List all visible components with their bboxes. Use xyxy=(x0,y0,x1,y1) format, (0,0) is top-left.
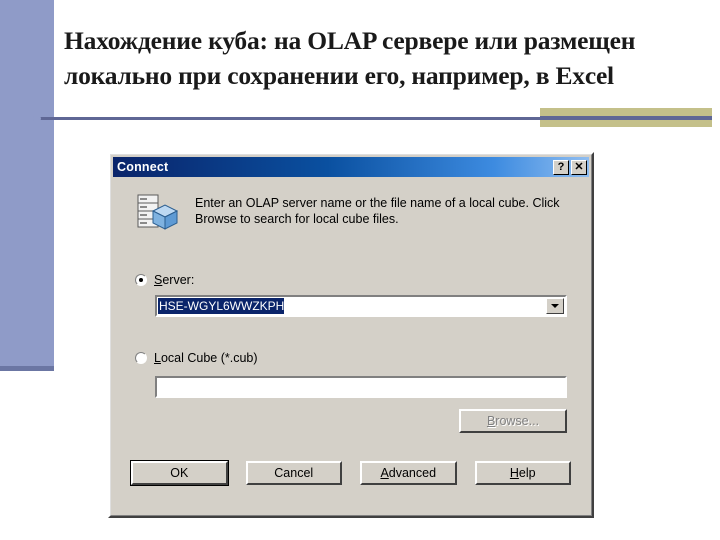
browse-button-label: Browse... xyxy=(486,414,540,428)
help-button[interactable]: Help xyxy=(474,461,571,485)
olap-cube-server-icon xyxy=(137,194,179,230)
browse-button[interactable]: Browse... xyxy=(459,409,567,433)
help-icon[interactable]: ? xyxy=(553,159,569,175)
server-radio-row[interactable]: Server: xyxy=(135,273,194,287)
dialog-description-text: Enter an OLAP server name or the file na… xyxy=(195,196,560,226)
server-radio-button[interactable] xyxy=(135,274,147,286)
advanced-button[interactable]: Advanced xyxy=(360,461,457,485)
ok-button-label: OK xyxy=(170,466,189,480)
slide-left-accent-bar xyxy=(0,0,54,370)
title-divider-cap xyxy=(33,115,41,122)
connect-dialog: Connect ? ✕ Enter an OLAP server name or… xyxy=(108,152,594,518)
cancel-button[interactable]: Cancel xyxy=(245,461,342,485)
slide-left-accent-bar-shadow xyxy=(0,366,54,371)
local-cube-input[interactable] xyxy=(155,376,567,398)
page-title: Нахождение куба: на OLAP сервере или раз… xyxy=(64,26,636,91)
ok-button[interactable]: OK xyxy=(130,460,229,486)
title-bar-buttons: ? ✕ xyxy=(553,159,589,175)
server-radio-label: Server: xyxy=(154,273,195,287)
dialog-title-text: Connect xyxy=(117,160,169,174)
dialog-inner-frame: Connect ? ✕ Enter an OLAP server name or… xyxy=(110,154,592,516)
dialog-button-row: OK Cancel Advanced Help xyxy=(130,460,571,486)
local-cube-radio-label: Local Cube (*.cub) xyxy=(154,351,258,365)
cancel-button-label: Cancel xyxy=(274,466,314,480)
dialog-description-row: Enter an OLAP server name or the file na… xyxy=(135,191,571,233)
server-combobox[interactable]: HSE-WGYL6WWZKPH xyxy=(155,295,567,317)
advanced-button-label: Advanced xyxy=(380,466,437,480)
server-input[interactable]: HSE-WGYL6WWZKPH xyxy=(157,297,546,315)
close-icon[interactable]: ✕ xyxy=(571,159,587,175)
local-cube-radio-button[interactable] xyxy=(135,352,147,364)
gold-accent-line xyxy=(540,116,712,120)
help-button-label: Help xyxy=(509,466,536,480)
server-input-value: HSE-WGYL6WWZKPH xyxy=(158,298,285,314)
local-cube-radio-row[interactable]: Local Cube (*.cub) xyxy=(135,351,258,365)
dialog-title-bar[interactable]: Connect ? ✕ xyxy=(113,157,589,177)
chevron-down-icon[interactable] xyxy=(546,298,564,314)
